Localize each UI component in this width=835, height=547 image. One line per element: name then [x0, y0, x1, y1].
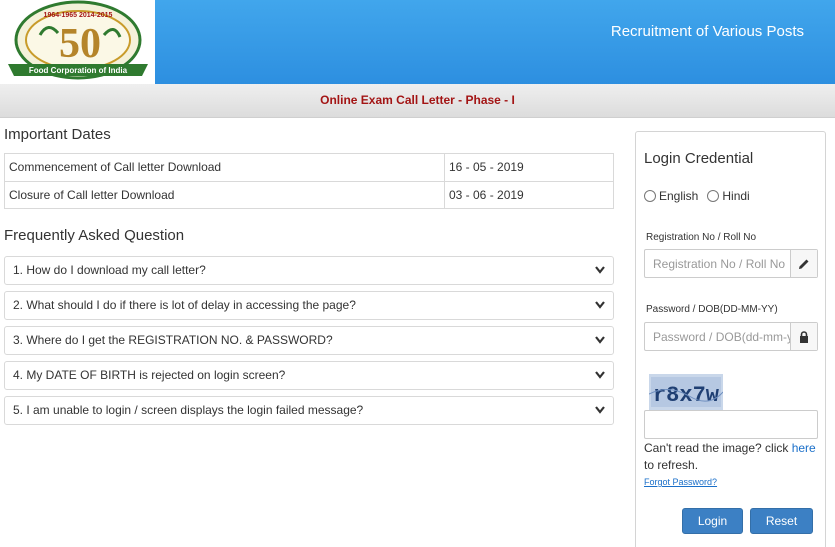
registration-field-group	[644, 249, 818, 278]
password-label: Password / DOB(DD-MM-YY)	[646, 304, 778, 315]
chevron-down-icon	[595, 266, 605, 274]
date-label: Closure of Call letter Download	[5, 182, 445, 208]
password-field-group	[644, 322, 818, 351]
forgot-password-link[interactable]: Forgot Password?	[644, 477, 717, 487]
date-label: Commencement of Call letter Download	[5, 154, 445, 181]
faq-question: 4. My DATE OF BIRTH is rejected on login…	[13, 368, 286, 382]
faq-question: 2. What should I do if there is lot of d…	[13, 298, 356, 312]
chevron-down-icon	[595, 301, 605, 309]
refresh-suffix: to refresh.	[644, 458, 699, 472]
captcha-input[interactable]	[644, 410, 818, 439]
login-panel: Login Credential English Hindi Registrat…	[635, 131, 826, 547]
faq-question: 5. I am unable to login / screen display…	[13, 403, 364, 417]
chevron-down-icon	[595, 371, 605, 379]
logo-ribbon-text: Food Corporation of India	[29, 66, 128, 75]
fci-logo: 50 1964-1965 2014-2015 Food Corporation …	[0, 0, 155, 84]
lock-icon	[790, 323, 817, 350]
hindi-radio[interactable]	[707, 190, 720, 202]
faq-item-5[interactable]: 5. I am unable to login / screen display…	[4, 396, 614, 425]
faq-item-4[interactable]: 4. My DATE OF BIRTH is rejected on login…	[4, 361, 614, 390]
english-radio[interactable]	[644, 190, 656, 202]
reset-button[interactable]: Reset	[750, 508, 813, 534]
refresh-prefix: Can't read the image? click	[644, 441, 792, 455]
chevron-down-icon	[595, 336, 605, 344]
pencil-icon	[790, 250, 817, 277]
login-button[interactable]: Login	[682, 508, 743, 534]
site-header: 50 1964-1965 2014-2015 Food Corporation …	[0, 0, 835, 84]
left-content: Important Dates Commencement of Call let…	[4, 124, 614, 431]
password-input[interactable]	[645, 323, 790, 350]
subtitle-bar: Online Exam Call Letter - Phase - I	[0, 84, 835, 118]
page-subtitle: Online Exam Call Letter - Phase - I	[320, 93, 515, 107]
captcha-image: r8x7w	[649, 374, 723, 410]
chevron-down-icon	[595, 406, 605, 414]
faq-question: 1. How do I download my call letter?	[13, 263, 206, 277]
logo-number: 50	[59, 21, 101, 67]
table-row: Commencement of Call letter Download 16 …	[5, 154, 613, 181]
faq-item-3[interactable]: 3. Where do I get the REGISTRATION NO. &…	[4, 326, 614, 355]
captcha-refresh-text: Can't read the image? click here to refr…	[644, 440, 820, 474]
refresh-captcha-link[interactable]: here	[792, 441, 816, 455]
important-dates-table: Commencement of Call letter Download 16 …	[4, 153, 614, 209]
important-dates-heading: Important Dates	[4, 126, 111, 143]
date-value: 03 - 06 - 2019	[449, 188, 524, 202]
faq-heading: Frequently Asked Question	[4, 227, 185, 244]
faq-question: 3. Where do I get the REGISTRATION NO. &…	[13, 333, 333, 347]
captcha-text: r8x7w	[653, 383, 720, 408]
hindi-label[interactable]: Hindi	[722, 189, 749, 203]
faq-item-2[interactable]: 2. What should I do if there is lot of d…	[4, 291, 614, 320]
language-selector: English Hindi	[644, 189, 759, 203]
recruitment-title: Recruitment of Various Posts	[610, 23, 804, 40]
faq-item-1[interactable]: 1. How do I download my call letter?	[4, 256, 614, 285]
registration-label: Registration No / Roll No	[646, 232, 757, 243]
faq-list: 1. How do I download my call letter? 2. …	[4, 256, 614, 425]
login-title: Login Credential	[644, 150, 754, 167]
date-value: 16 - 05 - 2019	[449, 160, 524, 174]
logo-years: 1964-1965 2014-2015	[44, 12, 113, 19]
table-row: Closure of Call letter Download 03 - 06 …	[5, 181, 613, 208]
registration-input[interactable]	[645, 250, 790, 277]
fci-golden-jubilee-logo-icon: 50 1964-1965 2014-2015 Food Corporation …	[8, 0, 148, 80]
english-label[interactable]: English	[659, 189, 698, 203]
